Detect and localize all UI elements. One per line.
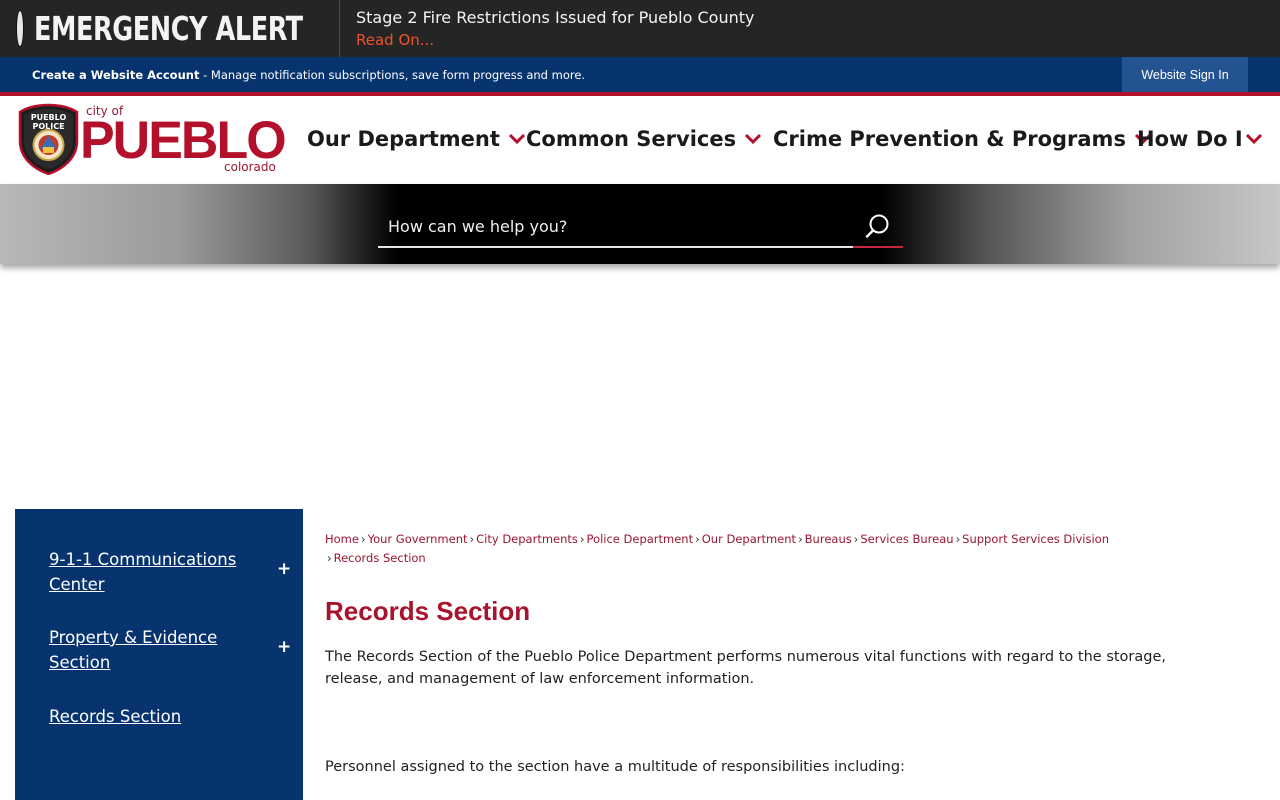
breadcrumb-services-bureau[interactable]: Services Bureau (860, 532, 953, 546)
responsibilities-intro: Personnel assigned to the section have a… (325, 759, 905, 775)
website-sign-in-button[interactable]: Website Sign In (1122, 57, 1248, 92)
breadcrumb-support-services-division[interactable]: Support Services Division (962, 532, 1109, 546)
breadcrumb-city-departments[interactable]: City Departments (476, 532, 578, 546)
nav-label: How Do I (1137, 127, 1243, 151)
expand-plus-icon[interactable]: + (277, 637, 291, 657)
alert-read-on-link[interactable]: Read On... (356, 29, 434, 51)
chevron-down-icon (745, 133, 762, 145)
breadcrumb-your-government[interactable]: Your Government (368, 532, 468, 546)
badge-text-bottom: POLICE (32, 122, 64, 131)
nav-label: Crime Prevention & Programs (773, 127, 1126, 151)
site-search-input[interactable] (378, 206, 853, 248)
account-text: Create a Website Account - Manage notifi… (32, 68, 585, 82)
search-icon (865, 214, 889, 238)
chevron-down-icon (508, 133, 525, 145)
police-badge-icon: PUEBLO POLICE (18, 103, 79, 175)
sidebar-item-911-communications[interactable]: 9-1-1 Communications Center (49, 547, 249, 597)
sidebar-item-property-evidence[interactable]: Property & Evidence Section (49, 625, 249, 675)
alert-label-area: EMERGENCY ALERT (0, 0, 340, 57)
nav-crime-prevention[interactable]: Crime Prevention & Programs (773, 125, 1152, 153)
breadcrumb-home[interactable]: Home (325, 532, 359, 546)
alert-headline: Stage 2 Fire Restrictions Issued for Pue… (356, 7, 755, 27)
logo-state: colorado (224, 160, 276, 174)
emergency-alert-bar: EMERGENCY ALERT Stage 2 Fire Restriction… (0, 0, 1280, 57)
sidebar-item-records-section[interactable]: Records Section (49, 704, 249, 729)
nav-common-services[interactable]: Common Services (526, 125, 762, 153)
breadcrumb-our-department[interactable]: Our Department (702, 532, 796, 546)
breadcrumb-police-department[interactable]: Police Department (587, 532, 694, 546)
breadcrumb: Home › Your Government › City Departments › Po… (325, 532, 1109, 565)
page-title: Records Section (325, 596, 531, 626)
breadcrumb-bureaus[interactable]: Bureaus (805, 532, 852, 546)
alert-siren-icon (17, 11, 23, 46)
search-band (0, 184, 1280, 264)
breadcrumb-records-section[interactable]: Records Section (334, 551, 426, 565)
nav-label: Common Services (526, 127, 737, 151)
alert-message: Stage 2 Fire Restrictions Issued for Pue… (340, 7, 754, 51)
site-header: PUEBLO POLICE city of PUEBLO colorado Ou… (0, 96, 1280, 184)
chevron-down-icon (1245, 133, 1262, 145)
account-bar: Create a Website Account - Manage notifi… (0, 57, 1280, 92)
nav-our-department[interactable]: Our Department (307, 125, 526, 153)
search-submit-button[interactable] (853, 206, 903, 248)
create-account-link[interactable]: Create a Website Account (32, 68, 199, 82)
account-description: - Manage notification subscriptions, sav… (199, 67, 586, 82)
intro-paragraph: The Records Section of the Pueblo Police… (325, 649, 1167, 687)
alert-title: EMERGENCY ALERT (34, 9, 303, 48)
section-sidebar: 9-1-1 Communications Center + Property &… (15, 509, 303, 800)
expand-plus-icon[interactable]: + (277, 559, 291, 579)
nav-label: Our Department (307, 127, 500, 151)
nav-how-do-i[interactable]: How Do I (1137, 125, 1263, 153)
badge-text-top: PUEBLO (31, 113, 67, 122)
